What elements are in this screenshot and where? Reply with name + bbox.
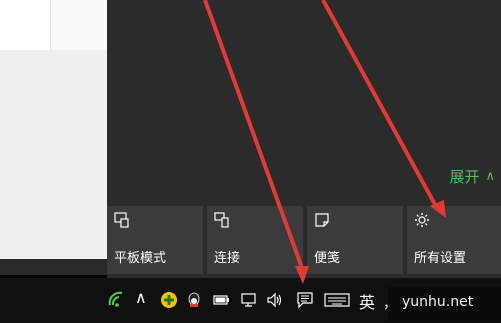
annotation-arrow-line — [203, 0, 304, 269]
annotation-arrow-line — [321, 0, 440, 211]
annotation-arrows — [203, 0, 446, 284]
annotation-arrow-head — [295, 266, 309, 284]
